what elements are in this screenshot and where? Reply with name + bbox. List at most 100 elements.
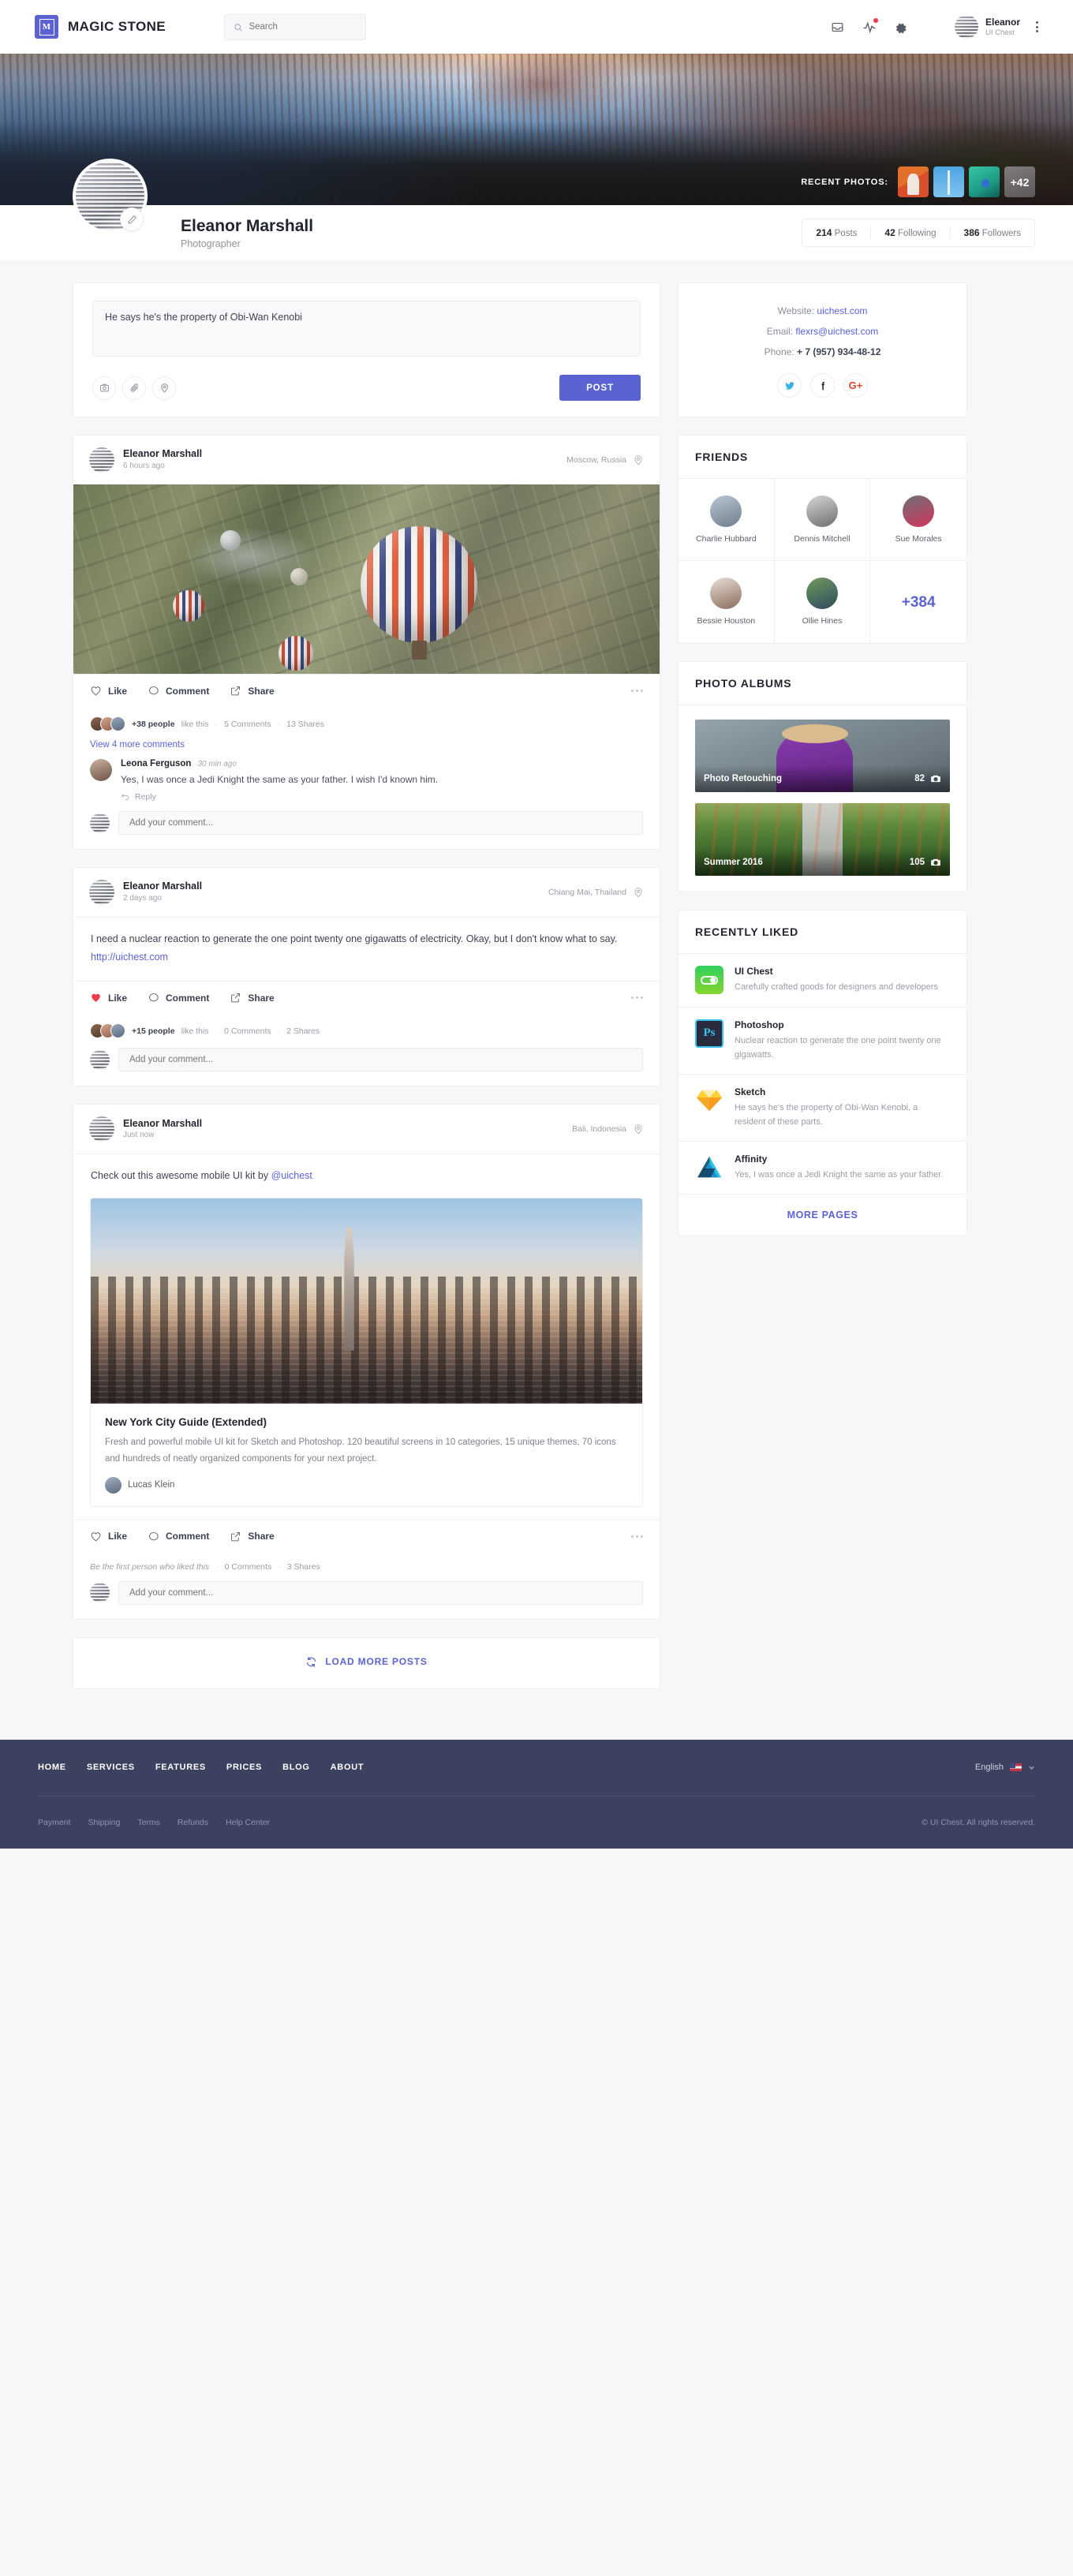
attach-file-button[interactable]	[122, 376, 146, 400]
search-box[interactable]	[224, 13, 367, 40]
activity-button[interactable]	[854, 11, 885, 43]
profile-role: Photographer	[181, 238, 241, 250]
footer-link-terms[interactable]: Terms	[137, 1818, 160, 1827]
stat-posts[interactable]: 214 Posts	[802, 227, 870, 238]
inbox-button[interactable]	[822, 11, 854, 43]
like-button[interactable]: Like	[90, 1531, 127, 1542]
liked-page-desc: Carefully crafted goods for designers an…	[735, 982, 939, 993]
facebook-button[interactable]	[810, 373, 835, 398]
load-more-posts-button[interactable]: LOAD MORE POSTS	[73, 1636, 660, 1689]
avatar	[903, 495, 935, 527]
footer-link-refunds[interactable]: Refunds	[178, 1818, 208, 1827]
shares-count[interactable]: 2 Shares	[286, 1026, 320, 1036]
comment-button[interactable]: Comment	[148, 992, 209, 1004]
recent-photo-thumb[interactable]	[969, 166, 1000, 197]
post-more-button[interactable]	[631, 996, 643, 1000]
footer-link-prices[interactable]: PRICES	[226, 1763, 262, 1772]
recent-photo-thumb[interactable]	[933, 166, 964, 197]
post-more-button[interactable]	[631, 1535, 643, 1538]
composer-textarea[interactable]	[92, 301, 641, 357]
recent-photo-thumb[interactable]	[898, 166, 929, 197]
comment-input[interactable]	[118, 1580, 643, 1605]
search-input[interactable]	[249, 22, 357, 32]
like-button[interactable]: Like	[90, 992, 127, 1004]
post-meta: +38 people like this · 5 Comments · 13 S…	[73, 707, 660, 731]
footer-link-payment[interactable]: Payment	[38, 1818, 70, 1827]
edit-avatar-button[interactable]	[120, 208, 144, 231]
shares-count[interactable]: 13 Shares	[286, 720, 324, 729]
add-photo-button[interactable]	[92, 376, 116, 400]
friend-item[interactable]: Charlie Hubbard	[679, 479, 775, 562]
stat-followers[interactable]: 386 Followers	[949, 227, 1034, 238]
brand-logo[interactable]: M MAGIC STONE	[35, 15, 166, 39]
comments-count[interactable]: 5 Comments	[224, 720, 271, 729]
language-selector[interactable]: English	[975, 1763, 1035, 1772]
comment-button[interactable]: Comment	[148, 685, 209, 697]
settings-button[interactable]	[885, 11, 917, 43]
footer-link-help-center[interactable]: Help Center	[226, 1818, 270, 1827]
post-button[interactable]: POST	[559, 375, 641, 401]
comments-count[interactable]: 0 Comments	[225, 1562, 272, 1572]
brand-initial: M	[39, 18, 54, 36]
comment-input[interactable]	[118, 1048, 643, 1072]
share-button[interactable]: Share	[230, 1531, 275, 1542]
recent-photo-thumb-more[interactable]: +42	[1004, 166, 1035, 197]
comments-count[interactable]: 0 Comments	[224, 1026, 271, 1036]
separator: ·	[215, 1561, 219, 1572]
comment-button[interactable]: Comment	[148, 1531, 209, 1542]
friend-item[interactable]: Sue Morales	[870, 479, 966, 562]
email-label: Email:	[766, 325, 794, 337]
comment-author[interactable]: Leona Ferguson	[121, 759, 191, 768]
footer-link-about[interactable]: ABOUT	[331, 1763, 365, 1772]
liked-page-item[interactable]: Sketch He says he's the property of Obi-…	[679, 1075, 966, 1142]
add-location-button[interactable]	[152, 376, 176, 400]
footer-link-features[interactable]: FEATURES	[155, 1763, 206, 1772]
liked-page-item[interactable]: Ps Photoshop Nuclear reaction to generat…	[679, 1008, 966, 1075]
google-plus-button[interactable]: G+	[843, 373, 868, 398]
stat-following[interactable]: 42 Following	[870, 227, 949, 238]
link-preview-card[interactable]: New York City Guide (Extended) Fresh and…	[90, 1198, 643, 1507]
album-item[interactable]: Summer 2016 105	[695, 803, 950, 877]
post-author[interactable]: Eleanor Marshall	[123, 1118, 202, 1131]
post-author[interactable]: Eleanor Marshall	[123, 448, 202, 461]
more-pages-button[interactable]: MORE PAGES	[679, 1195, 966, 1236]
likes-count[interactable]: +38 people	[132, 720, 175, 729]
avatar[interactable]	[90, 759, 112, 781]
likes-count[interactable]: +15 people	[132, 1026, 175, 1036]
website-value[interactable]: uichest.com	[817, 305, 867, 316]
comment-input[interactable]	[118, 811, 643, 835]
reply-link[interactable]: Reply	[121, 792, 643, 802]
footer-link-services[interactable]: SERVICES	[87, 1763, 135, 1772]
liked-page-item[interactable]: UI Chest Carefully crafted goods for des…	[679, 954, 966, 1008]
view-more-comments-link[interactable]: View 4 more comments	[73, 731, 660, 751]
album-item[interactable]: Photo Retouching 82	[695, 720, 950, 793]
link-preview-author[interactable]: Lucas Klein	[105, 1476, 628, 1494]
footer-link-blog[interactable]: BLOG	[282, 1763, 310, 1772]
email-value[interactable]: flexrs@uichest.com	[795, 326, 878, 337]
share-button[interactable]: Share	[230, 685, 275, 697]
footer-link-shipping[interactable]: Shipping	[88, 1818, 120, 1827]
avatar[interactable]	[89, 447, 114, 473]
friends-more-count: +384	[901, 593, 936, 611]
post-header: Eleanor Marshall 6 hours ago Moscow, Rus…	[73, 436, 660, 484]
footer-link-home[interactable]: HOME	[38, 1763, 66, 1772]
friend-item[interactable]: Dennis Mitchell	[774, 479, 871, 562]
twitter-button[interactable]	[777, 373, 802, 398]
friend-item[interactable]: Ollie Hines	[775, 561, 871, 644]
post-author[interactable]: Eleanor Marshall	[123, 880, 202, 893]
shares-count[interactable]: 3 Shares	[287, 1562, 320, 1572]
avatar[interactable]	[89, 1116, 114, 1142]
likers-avatars	[90, 1023, 125, 1039]
friend-item[interactable]: Bessie Houston	[679, 561, 775, 644]
more-options-button[interactable]	[1036, 21, 1038, 32]
post-more-button[interactable]	[631, 690, 643, 692]
post-link[interactable]: http://uichest.com	[91, 952, 168, 963]
post-mention[interactable]: @uichest	[271, 1170, 312, 1181]
avatar[interactable]	[89, 880, 114, 905]
user-menu[interactable]: Eleanor UI Chest	[954, 15, 1020, 39]
share-button[interactable]: Share	[230, 992, 275, 1004]
like-button[interactable]: Like	[90, 685, 127, 697]
friends-more-button[interactable]: +384	[870, 561, 966, 643]
liked-page-item[interactable]: Affinity Yes, I was once a Jedi Knight t…	[679, 1142, 966, 1195]
post-image[interactable]	[73, 484, 660, 674]
